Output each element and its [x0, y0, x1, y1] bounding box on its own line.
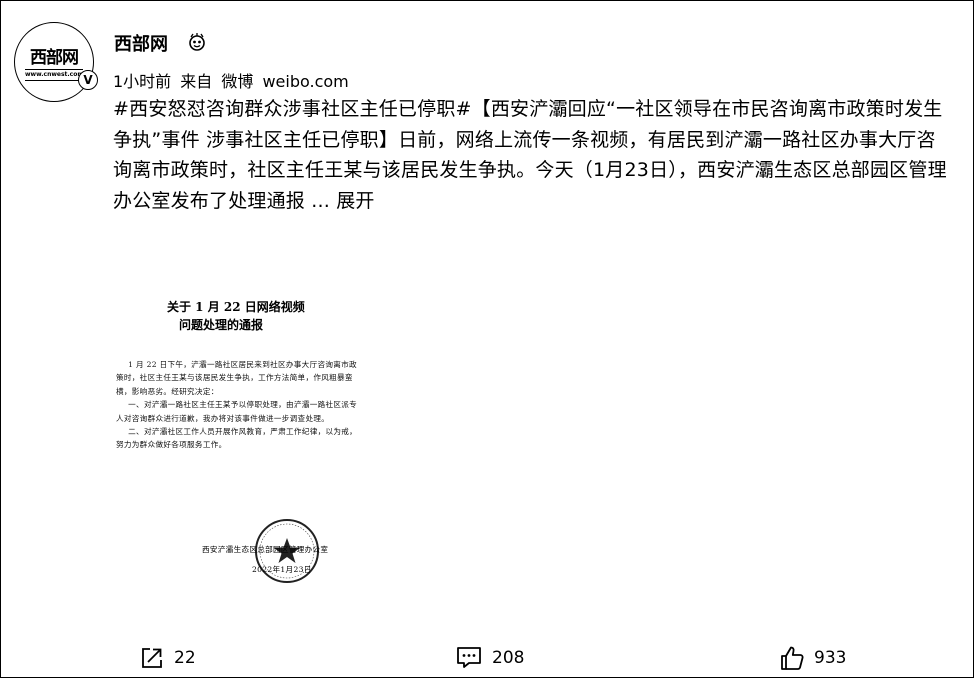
avatar-logo-url: www.cnwest.com — [25, 69, 83, 81]
avatar-logo-text: 西部网 — [30, 48, 79, 68]
comment-count: 208 — [492, 648, 525, 668]
doc-date: 2022年1月23日 — [252, 565, 312, 574]
like-count: 933 — [814, 648, 847, 668]
doc-paragraph: 二、对浐灞社区工作人员开展作风教育，严肃工作纪律，以为戒，努力为群众做好各项服务… — [116, 427, 358, 450]
thumbs-up-icon — [781, 646, 804, 670]
avatar[interactable]: 西部网 www.cnwest.com — [14, 22, 94, 102]
post-meta: 1小时前 来自 微博 weibo.com — [113, 68, 349, 92]
doc-paragraph: 1 月 22 日下午，浐灞一路社区居民来到社区办事大厅咨询离市政策时，社区主任王… — [116, 360, 357, 396]
verified-badge-icon: V — [78, 70, 98, 90]
expand-link[interactable]: ... 展开 — [311, 190, 374, 212]
username[interactable]: 西部网 — [114, 30, 168, 56]
share-count: 22 — [174, 648, 196, 668]
action-bar: 22 208 933 — [0, 640, 974, 676]
comment-button[interactable]: 208 — [456, 644, 524, 672]
doc-signature: 西安浐灞生态区总部园区管理办公室 — [202, 545, 329, 554]
like-button[interactable]: 933 — [780, 644, 846, 672]
doc-title-line1: 关于 1 月 22 日网络视频 — [167, 300, 305, 314]
post-source: 来自 微博 weibo.com — [180, 72, 349, 91]
post-text: #西安怒怼咨询群众涉事社区主任已停职#【西安浐灞回应“一社区领导在市民咨询离市政… — [113, 94, 953, 216]
doc-title-line2: 问题处理的通报 — [179, 318, 264, 332]
doc-paragraph: 一、对浐灞一路社区主任王某予以停职处理，由浐灞一路社区派专人对咨询群众进行道歉，… — [116, 400, 358, 423]
share-button[interactable]: 22 — [140, 644, 196, 672]
share-icon — [142, 648, 162, 668]
comment-icon — [457, 647, 481, 668]
doc-title: 关于 1 月 22 日网络视频 问题处理的通报 — [167, 298, 347, 334]
doc-body: 1 月 22 日下午，浐灞一路社区居民来到社区办事大厅咨询离市政策时，社区主任王… — [116, 358, 362, 452]
post-image[interactable]: 关于 1 月 22 日网络视频 问题处理的通报 1 月 22 日下午，浐灞一路社… — [112, 268, 362, 618]
user-badge-icon — [189, 33, 205, 51]
post-time: 1小时前 — [113, 72, 172, 91]
post-body: #西安怒怼咨询群众涉事社区主任已停职#【西安浐灞回应“一社区领导在市民咨询离市政… — [113, 98, 947, 212]
